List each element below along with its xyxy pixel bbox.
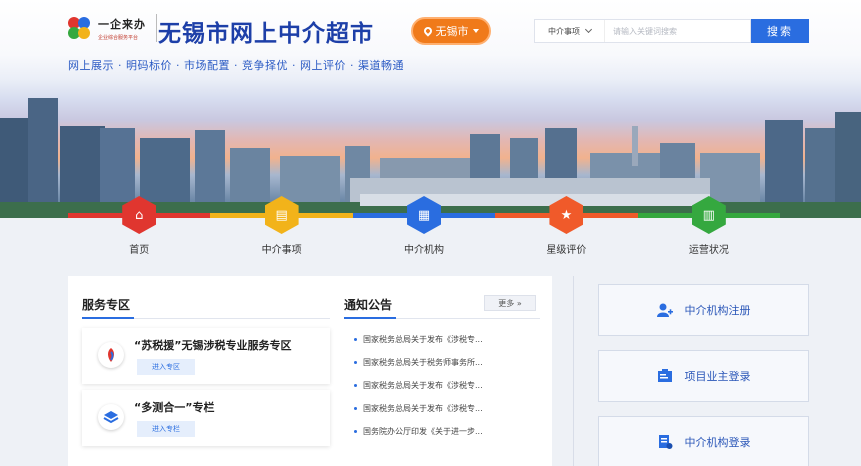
layers-icon — [98, 404, 124, 430]
notice-item[interactable]: 国家税务总局关于发布《涉税专... — [354, 403, 483, 414]
nav-item-agencies[interactable]: ▦ 中介机构 — [353, 196, 495, 258]
notice-text: 国家税务总局关于税务师事务所... — [363, 358, 483, 367]
nav-label: 中介机构 — [404, 245, 445, 256]
site-logo[interactable]: 一企来办 企业综合服务平台 — [66, 14, 167, 42]
page: 一企来办 企业综合服务平台 无锡市网上中介超市 无锡市 中介事项 搜索 网上展示… — [0, 0, 861, 466]
notice-item[interactable]: 国家税务总局关于发布《涉税专... — [354, 380, 483, 391]
logo-divider — [156, 14, 157, 42]
site-title: 无锡市网上中介超市 — [158, 20, 374, 47]
service-card-title: “苏税援”无锡涉税专业服务专区 — [134, 339, 292, 352]
notice-text: 国家税务总局关于发布《涉税专... — [363, 381, 483, 390]
home-icon: ⌂ — [122, 196, 157, 234]
hero-banner: 一企来办 企业综合服务平台 无锡市网上中介超市 无锡市 中介事项 搜索 网上展示… — [0, 0, 861, 218]
nav-item-home[interactable]: ⌂ 首页 — [68, 196, 210, 258]
bullet-icon — [354, 384, 357, 387]
nav-label: 运营状况 — [688, 245, 729, 256]
side-button-label: 中介机构登录 — [684, 436, 751, 449]
search-category-label: 中介事项 — [548, 26, 580, 36]
caret-down-icon — [472, 29, 479, 33]
notice-item[interactable]: 国家税务总局关于税务师事务所... — [354, 357, 483, 368]
city-selector-button[interactable]: 无锡市 — [411, 17, 491, 45]
logo-subtitle: 企业综合服务平台 — [98, 34, 139, 41]
side-button-label: 中介机构注册 — [684, 304, 751, 317]
document-icon: ▤ — [264, 196, 299, 234]
enter-zone-button[interactable]: 进入专区 — [137, 359, 195, 375]
service-card-title: “多测合一”专栏 — [134, 401, 215, 414]
enter-column-button[interactable]: 进入专栏 — [137, 421, 195, 437]
service-panel: 服务专区 “苏税援”无锡涉税专业服务专区 进入专区 “多测合一”专栏 进入专栏 … — [68, 276, 552, 466]
bullet-icon — [354, 361, 357, 364]
service-card-survey[interactable]: “多测合一”专栏 进入专栏 — [82, 390, 330, 446]
location-pin-icon — [421, 25, 434, 37]
star-icon: ★ — [549, 196, 584, 234]
agency-login-button[interactable]: 中介机构登录 — [598, 416, 809, 466]
logo-mark-icon — [66, 15, 92, 41]
notice-title-underline — [344, 317, 396, 319]
notice-item[interactable]: 国务院办公厅印发《关于进一步... — [354, 426, 483, 437]
notice-item[interactable]: 国家税务总局关于发布《涉税专... — [354, 334, 483, 345]
owner-login-button[interactable]: 项目业主登录 — [598, 350, 809, 402]
search-category-select[interactable]: 中介事项 — [535, 20, 605, 42]
search-input[interactable] — [605, 20, 750, 42]
notice-text: 国务院办公厅印发《关于进一步... — [363, 427, 483, 436]
logo-title: 一企来办 — [98, 17, 146, 31]
nav-label: 星级评价 — [546, 245, 587, 256]
service-section-title: 服务专区 — [82, 298, 131, 312]
nav-item-rating[interactable]: ★ 星级评价 — [495, 196, 637, 258]
notice-section-title: 通知公告 — [344, 298, 393, 312]
service-title-underline — [82, 317, 134, 319]
nav-label: 首页 — [129, 245, 150, 256]
notice-text: 国家税务总局关于发布《涉税专... — [363, 404, 483, 413]
chevron-down-icon — [584, 25, 593, 34]
owner-login-icon — [657, 368, 673, 384]
nav-label: 中介事项 — [261, 245, 302, 256]
building-icon: ▦ — [407, 196, 442, 234]
agency-login-icon — [657, 434, 673, 450]
city-label: 无锡市 — [435, 25, 469, 38]
search-box: 中介事项 — [534, 19, 751, 43]
user-register-icon — [656, 302, 673, 318]
tax-service-icon — [98, 342, 124, 368]
nav-item-matters[interactable]: ▤ 中介事项 — [210, 196, 352, 258]
nav-item-operations[interactable]: ▥ 运营状况 — [638, 196, 780, 258]
agency-register-button[interactable]: 中介机构注册 — [598, 284, 809, 336]
search-button[interactable]: 搜索 — [751, 19, 809, 43]
notice-text: 国家税务总局关于发布《涉税专... — [363, 335, 483, 344]
more-notices-button[interactable]: 更多 » — [484, 295, 536, 311]
content-divider — [573, 276, 574, 466]
side-button-label: 项目业主登录 — [684, 370, 751, 383]
slogan-text: 网上展示 · 明码标价 · 市场配置 · 竞争择优 · 网上评价 · 渠道畅通 — [68, 59, 404, 72]
chart-icon: ▥ — [691, 196, 726, 234]
main-nav: ⌂ 首页 ▤ 中介事项 ▦ 中介机构 ★ 星级评价 ▥ 运营状况 — [68, 196, 780, 258]
bullet-icon — [354, 338, 357, 341]
bullet-icon — [354, 407, 357, 410]
bullet-icon — [354, 430, 357, 433]
service-card-tax[interactable]: “苏税援”无锡涉税专业服务专区 进入专区 — [82, 328, 330, 384]
